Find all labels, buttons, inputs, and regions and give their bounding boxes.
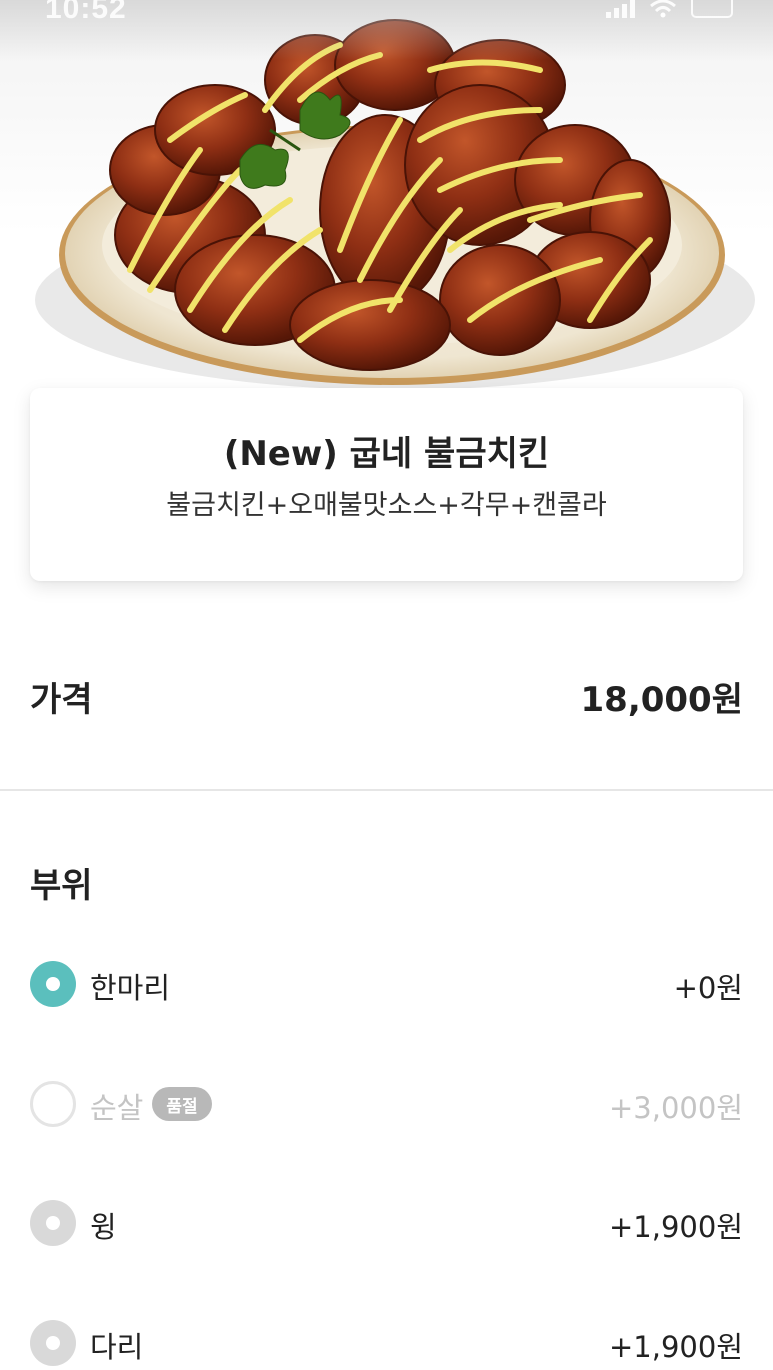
divider [0, 789, 773, 791]
status-time: 10:52 [45, 0, 127, 25]
sold-out-badge: 품절 [152, 1087, 212, 1121]
options-section-title: 부위 [30, 866, 93, 906]
radio-disabled-icon [30, 1081, 76, 1127]
option-price: +3,000원 [609, 1091, 743, 1125]
option-price: +1,900원 [609, 1210, 743, 1244]
option-label: 윙 [90, 1210, 117, 1244]
product-info-card: (New) 굽네 불금치킨 불금치킨+오매불맛소스+각무+캔콜라 [30, 388, 743, 581]
option-boneless: 순살 품절 +3,000원 [30, 1081, 743, 1131]
signal-icon [606, 0, 635, 18]
option-wing[interactable]: 윙 +1,900원 [30, 1200, 743, 1250]
battery-icon [691, 0, 733, 18]
radio-unselected-icon[interactable] [30, 1320, 76, 1366]
price-value: 18,000원 [580, 680, 743, 720]
option-label: 순살 [90, 1091, 144, 1125]
option-drumstick[interactable]: 다리 +1,900원 [30, 1320, 743, 1370]
status-icons [606, 0, 733, 18]
product-image [0, 0, 773, 390]
radio-selected-icon[interactable] [30, 961, 76, 1007]
option-whole-chicken[interactable]: 한마리 +0원 [30, 961, 743, 1011]
option-price: +1,900원 [609, 1330, 743, 1364]
option-label: 한마리 [90, 971, 171, 1005]
product-description: 불금치킨+오매불맛소스+각무+캔콜라 [166, 490, 607, 521]
status-bar: 10:52 [0, 0, 773, 40]
product-title: (New) 굽네 불금치킨 [223, 434, 550, 474]
price-label: 가격 [30, 680, 93, 720]
option-label: 다리 [90, 1330, 144, 1364]
price-row: 가격 18,000원 [30, 668, 743, 728]
option-price: +0원 [673, 971, 743, 1005]
wifi-icon [650, 0, 676, 18]
radio-unselected-icon[interactable] [30, 1200, 76, 1246]
